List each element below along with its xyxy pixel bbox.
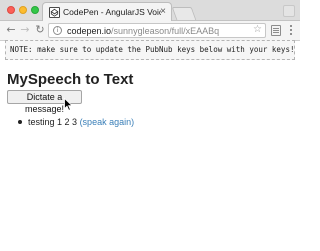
new-tab-button[interactable]	[171, 7, 197, 20]
url-path: /sunnygleason/full/xEAABq	[111, 26, 220, 36]
codepen-favicon-icon	[49, 7, 60, 18]
back-arrow-icon[interactable]: ←	[4, 23, 18, 37]
browser-tab[interactable]: CodePen - AngularJS Voice D ×	[42, 2, 172, 22]
tab-close-icon[interactable]: ×	[160, 6, 166, 18]
info-icon[interactable]: i	[53, 26, 62, 35]
bullet-icon	[18, 120, 22, 124]
result-text: testing 1 2 3	[28, 117, 78, 127]
reload-icon[interactable]: ↻	[33, 23, 47, 37]
url-host: codepen.io	[67, 26, 112, 36]
speak-again-link[interactable]: (speak again)	[80, 117, 135, 127]
extension-icon[interactable]	[271, 25, 281, 36]
list-item: testing 1 2 3 (speak again)	[18, 117, 134, 127]
bookmark-star-icon[interactable]: ☆	[253, 24, 262, 35]
forward-arrow-icon[interactable]: →	[18, 23, 32, 37]
close-window-button[interactable]	[7, 6, 15, 14]
url-text[interactable]: codepen.io/sunnygleason/full/xEAABq	[67, 26, 219, 36]
page-title: MySpeech to Text	[7, 71, 134, 88]
mouse-cursor-icon	[64, 98, 73, 111]
results-list: testing 1 2 3 (speak again)	[18, 117, 134, 127]
window-titlebar: CodePen - AngularJS Voice D ×	[0, 0, 300, 22]
browser-menu-icon[interactable]	[287, 25, 295, 36]
profile-button[interactable]	[283, 5, 295, 17]
address-bar[interactable]: i codepen.io/sunnygleason/full/xEAABq ☆	[48, 23, 266, 38]
maximize-window-button[interactable]	[31, 6, 39, 14]
pubnub-notice: NOTE: make sure to update the PubNub key…	[5, 40, 295, 60]
minimize-window-button[interactable]	[19, 6, 27, 14]
browser-toolbar: ← → ↻ i codepen.io/sunnygleason/full/xEA…	[0, 21, 300, 41]
tab-title: CodePen - AngularJS Voice D	[63, 7, 161, 17]
